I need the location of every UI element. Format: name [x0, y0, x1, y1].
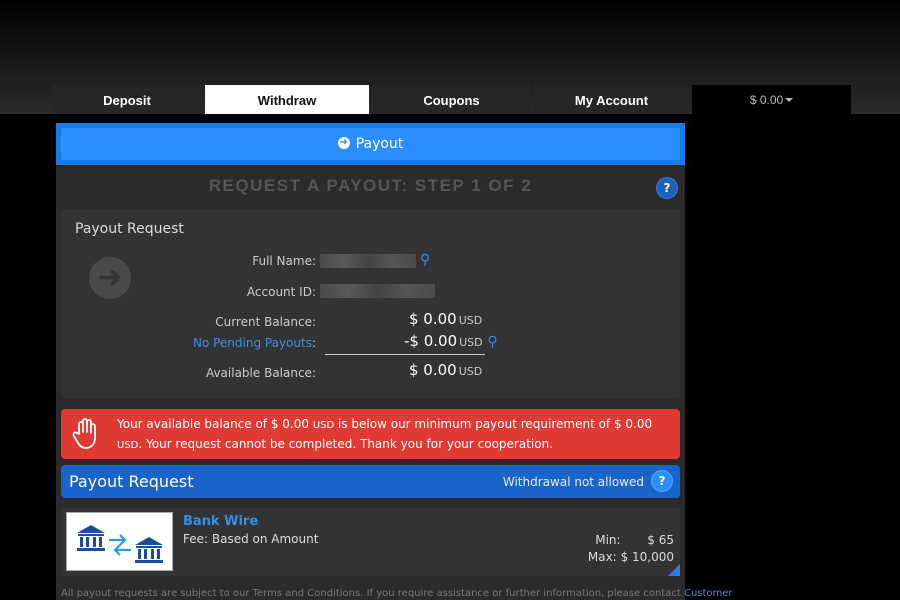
full-name-label: Full Name:	[252, 254, 316, 268]
current-balance-label: Current Balance:	[215, 315, 316, 329]
min-label: Min:	[595, 533, 621, 547]
method-fee: Fee: Based on Amount	[183, 532, 319, 546]
available-balance-value: $ 0.00 USD	[409, 361, 482, 379]
bank-transfer-icon	[66, 512, 173, 571]
withdraw-panel: ➜ Payout REQUEST A PAYOUT: STEP 1 OF 2 ? …	[56, 123, 685, 600]
select-corner-indicator	[668, 564, 680, 576]
pending-colon: :	[311, 336, 316, 350]
max-label: Max:	[587, 550, 617, 564]
pending-payouts-amount: -$ 0.00	[404, 332, 458, 350]
caret-down-icon	[785, 97, 794, 102]
pending-payouts-value: -$ 0.00 USD ⚲	[404, 332, 498, 350]
search-icon[interactable]: ⚲	[420, 252, 430, 268]
currency-label: USD	[458, 365, 483, 378]
search-icon[interactable]: ⚲	[487, 334, 497, 350]
payout-summary-card: Payout Request ➜ Full Name: ⚲ Account ID…	[61, 209, 680, 398]
alert-message: Your available balance of $ 0.00 USD is …	[117, 415, 667, 455]
footer-text: All payout requests are subject to our T…	[61, 588, 684, 599]
tab-withdraw[interactable]: Withdraw	[205, 85, 369, 114]
balance-label: $ 0.00	[749, 93, 784, 107]
payout-button-label: Payout	[355, 136, 404, 152]
currency-label: USD	[459, 336, 483, 349]
help-icon[interactable]: ?	[651, 470, 673, 492]
help-icon[interactable]: ?	[656, 177, 678, 199]
alert-text-part: is below our minimum payout requirement …	[334, 417, 653, 431]
tab-deposit[interactable]: Deposit	[52, 85, 202, 114]
balance-dropdown[interactable]: $ 0.00	[692, 85, 851, 114]
current-balance-value: $ 0.00 USD	[409, 310, 482, 328]
tab-my-account[interactable]: My Account	[534, 85, 689, 114]
min-value: $ 65	[647, 533, 674, 547]
available-balance-amount: $ 0.00	[409, 361, 457, 379]
error-alert: Your available balance of $ 0.00 USD is …	[61, 409, 680, 459]
footer-note: All payout requests are subject to our T…	[61, 588, 733, 599]
hand-stop-icon	[69, 416, 103, 450]
divider	[325, 354, 485, 355]
payout-method-bank-wire[interactable]: Bank Wire Fee: Based on Amount Min: $ 65…	[61, 508, 680, 576]
full-name-value	[320, 253, 416, 268]
alert-text-part: . Your request cannot be completed. Than…	[138, 437, 554, 451]
max-value: $ 10,000	[620, 550, 674, 564]
payout-button[interactable]: ➜ Payout	[61, 128, 680, 160]
current-balance-amount: $ 0.00	[409, 310, 457, 328]
payout-request-header: Payout Request Withdrawal not allowed ?	[61, 465, 680, 498]
nav-tabs: Deposit Withdraw Coupons My Account $ 0.…	[52, 85, 851, 114]
payout-request-title: Payout Request	[69, 472, 194, 491]
customer-support-link[interactable]: Customer	[684, 588, 733, 599]
method-limits: Min: $ 65 Max: $ 10,000	[588, 532, 674, 566]
circle-arrow-right-icon: ➜	[337, 137, 350, 149]
pending-payouts-link[interactable]: No Pending Payouts	[193, 336, 312, 350]
account-id-value	[320, 283, 435, 298]
alert-text-part: Your available balance of $ 0.00	[117, 417, 313, 431]
account-id-label: Account ID:	[246, 285, 316, 299]
card-title: Payout Request	[75, 221, 184, 237]
withdrawal-status: Withdrawal not allowed	[502, 475, 644, 489]
method-name: Bank Wire	[183, 514, 259, 529]
tab-coupons[interactable]: Coupons	[372, 85, 531, 114]
alert-currency: USD	[117, 440, 139, 451]
page-title: REQUEST A PAYOUT: STEP 1 OF 2	[208, 176, 533, 195]
payout-bar: ➜ Payout	[56, 123, 685, 165]
alert-currency: USD	[312, 420, 335, 431]
currency-label: USD	[458, 314, 483, 327]
available-balance-label: Available Balance:	[205, 366, 316, 380]
